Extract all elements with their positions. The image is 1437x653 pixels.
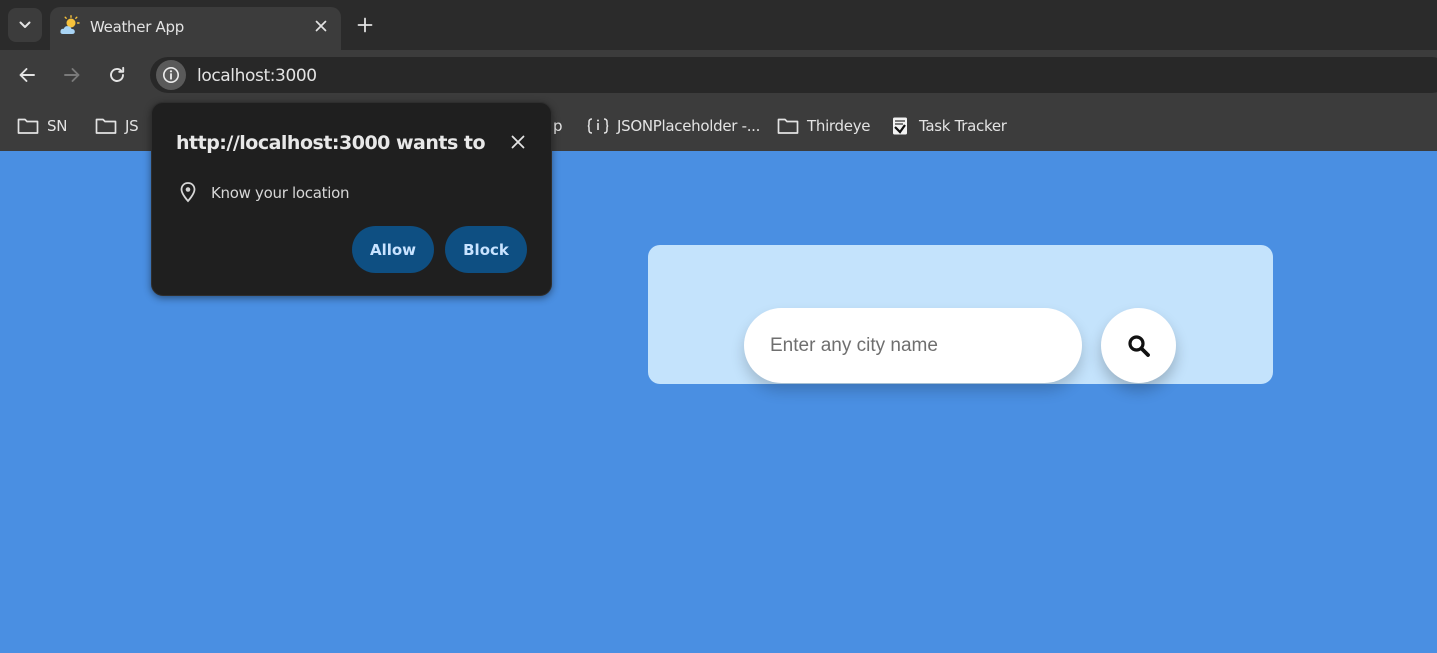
folder-icon: [17, 115, 39, 137]
close-icon: [315, 20, 327, 32]
tab-strip: Weather App: [0, 0, 1437, 50]
location-pin-icon: [180, 182, 196, 203]
active-tab[interactable]: Weather App: [50, 7, 341, 50]
arrow-right-icon: [64, 68, 80, 82]
chevron-down-icon: [19, 21, 31, 28]
browser-toolbar: localhost:3000: [0, 50, 1437, 100]
folder-icon: [777, 115, 799, 137]
block-button[interactable]: Block: [445, 226, 527, 273]
bookmark-folder-js[interactable]: JS: [95, 115, 139, 137]
address-bar[interactable]: localhost:3000: [150, 57, 1437, 93]
search-icon: [1127, 334, 1150, 357]
bookmark-label: Thirdeye: [807, 117, 871, 135]
location-permission-popup: http://localhost:3000 wants to Know your…: [151, 102, 552, 296]
city-search-input[interactable]: [744, 308, 1082, 383]
allow-button[interactable]: Allow: [352, 226, 434, 273]
bookmark-label: JSONPlaceholder -...: [617, 117, 761, 135]
tab-search-button[interactable]: [8, 8, 42, 42]
plus-icon: [357, 17, 373, 33]
bookmark-task-tracker[interactable]: Task Tracker: [889, 115, 1007, 137]
bookmark-jsonplaceholder[interactable]: JSONPlaceholder -...: [587, 115, 760, 137]
reload-button[interactable]: [105, 63, 129, 87]
tab-title: Weather App: [90, 18, 184, 36]
bookmark-label: SN: [47, 117, 68, 135]
task-tracker-icon: [889, 115, 911, 137]
jsonplaceholder-icon: [587, 115, 609, 137]
bookmark-folder-sn[interactable]: SN: [17, 115, 67, 137]
bookmark-label: p: [553, 117, 563, 135]
bookmark-label: Task Tracker: [919, 117, 1007, 135]
info-icon: [163, 67, 179, 83]
permission-request-text: Know your location: [211, 184, 350, 202]
bookmark-folder-thirdeye[interactable]: Thirdeye: [777, 115, 871, 137]
folder-icon: [95, 115, 117, 137]
tab-close-button[interactable]: [311, 16, 331, 36]
forward-button[interactable]: [60, 63, 84, 87]
bookmark-label: JS: [125, 117, 139, 135]
close-icon: [511, 135, 525, 149]
search-button[interactable]: [1101, 308, 1176, 383]
permission-title: http://localhost:3000 wants to: [176, 132, 486, 154]
back-button[interactable]: [15, 63, 39, 87]
weather-search-card: [648, 245, 1273, 384]
url-text[interactable]: localhost:3000: [197, 66, 317, 86]
weather-sun-cloud-icon: [60, 15, 80, 34]
permission-close-button[interactable]: [506, 130, 530, 154]
arrow-left-icon: [19, 68, 35, 82]
site-info-button[interactable]: [156, 60, 186, 90]
new-tab-button[interactable]: [353, 13, 377, 37]
bookmark-partial[interactable]: p: [553, 115, 563, 137]
reload-icon: [110, 66, 125, 82]
